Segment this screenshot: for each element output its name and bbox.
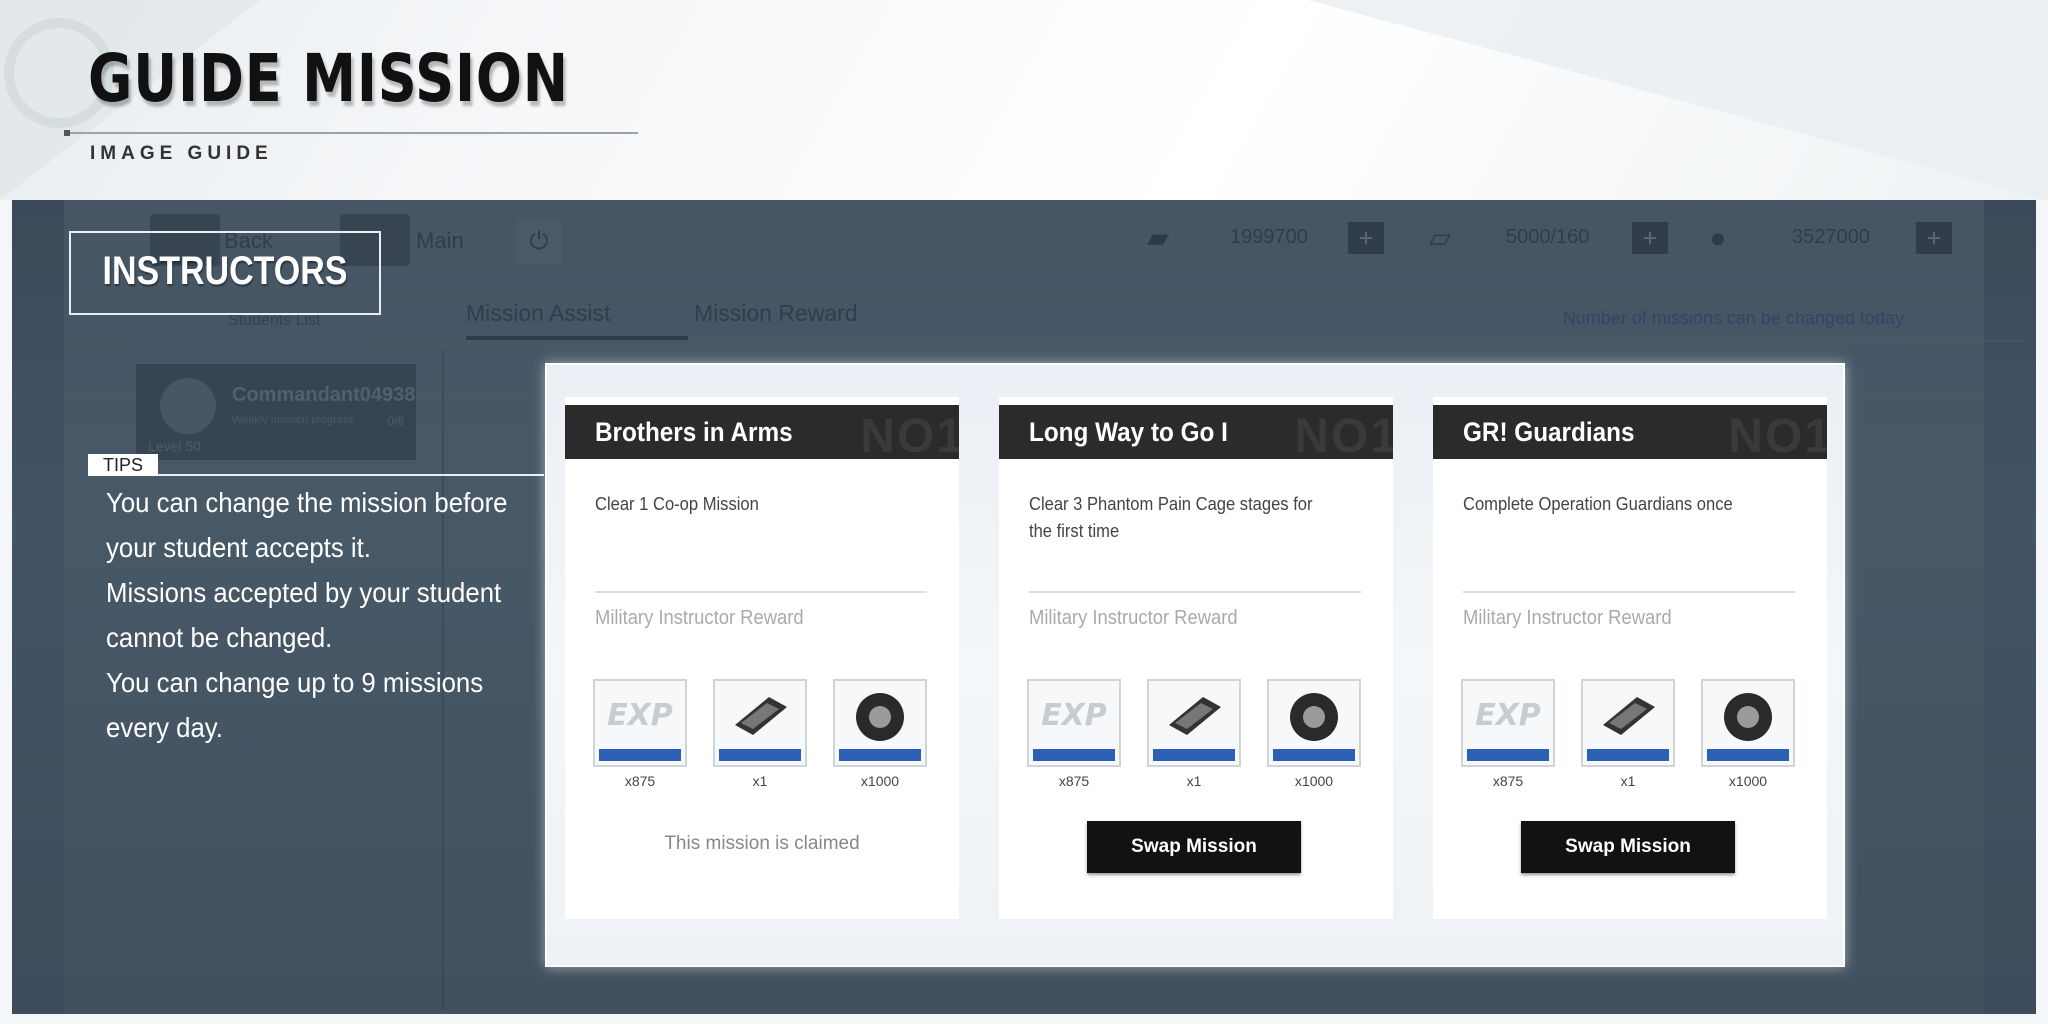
reward-label: Military Instructor Reward <box>1463 607 1672 629</box>
power-icon[interactable]: ⏻ <box>516 220 562 264</box>
tips-underline <box>158 474 544 476</box>
exp-supply-icon[interactable]: EXP <box>1461 679 1555 767</box>
reward-label: Military Instructor Reward <box>595 607 804 629</box>
exp-supply-icon[interactable]: EXP <box>593 679 687 767</box>
avatar <box>160 378 216 434</box>
svg-text:EXP: EXP <box>1041 698 1107 733</box>
mission-divider <box>595 591 927 593</box>
mission-divider <box>1029 591 1361 593</box>
mission-title: Brothers in Arms <box>595 417 793 447</box>
mission-card-header: Long Way to Go I NO1 <box>999 405 1393 459</box>
gear-supply-icon[interactable] <box>833 679 927 767</box>
student-level: Level 50 <box>148 438 201 454</box>
tab-mission-reward[interactable]: Mission Reward <box>694 300 858 327</box>
tip-line: Missions accepted by your student cannot… <box>106 577 502 653</box>
tip-line: You can change up to 9 missions every da… <box>106 667 484 743</box>
mission-description: Clear 1 Co-op Mission <box>595 494 759 514</box>
mission-title: Long Way to Go I <box>1029 417 1228 447</box>
mission-description: Complete Operation Guardians once <box>1463 494 1733 514</box>
gear-supply-icon[interactable] <box>1267 679 1361 767</box>
resource-ticket-value: 1999700 <box>1230 226 1308 248</box>
item-qty: x1000 <box>1728 773 1768 789</box>
mission-card-header: Brothers in Arms NO1 <box>565 405 959 459</box>
bg-shape-right <box>1308 0 2048 200</box>
mission-title: GR! Guardians <box>1463 417 1635 447</box>
mission-divider <box>1463 591 1795 593</box>
guide-title: GUIDE MISSION <box>88 40 569 117</box>
chip-supply-icon[interactable] <box>1147 679 1241 767</box>
add-stamina-button[interactable]: + <box>1632 222 1668 254</box>
mission-card: Brothers in Arms NO1 Clear 1 Co-op Missi… <box>565 397 959 919</box>
item-qty: x875 <box>1492 773 1524 789</box>
item-qty: x1 <box>1620 773 1636 789</box>
item-qty: x875 <box>624 773 656 789</box>
student-progress-label: Weekly mission progress <box>232 414 355 426</box>
stamina-icon: ▱ <box>1429 222 1451 253</box>
item-qty: x875 <box>1058 773 1090 789</box>
svg-text:EXP: EXP <box>1475 698 1541 733</box>
gear-supply-icon[interactable] <box>1701 679 1795 767</box>
tab-mission-assist[interactable]: Mission Assist <box>466 300 610 327</box>
mission-card-header: GR! Guardians NO1 <box>1433 405 1827 459</box>
student-progress-count: 0/8 <box>387 414 404 428</box>
guide-subtitle: IMAGE GUIDE <box>90 143 273 164</box>
exp-supply-icon[interactable]: EXP <box>1027 679 1121 767</box>
resource-coin-value: 3527000 <box>1792 226 1870 248</box>
item-qty: x1000 <box>860 773 900 789</box>
add-coin-button[interactable]: + <box>1916 222 1952 254</box>
reward-label: Military Instructor Reward <box>1029 607 1238 629</box>
add-ticket-button[interactable]: + <box>1348 222 1384 254</box>
swap-mission-button[interactable]: Swap Mission <box>1521 821 1735 873</box>
instructors-label: INSTRUCTORS <box>102 249 348 293</box>
item-qty: x1 <box>752 773 768 789</box>
guide-divider-dot <box>64 130 70 136</box>
mission-description: Clear 3 Phantom Pain Cage stages for the… <box>1029 494 1313 541</box>
item-qty: x1000 <box>1294 773 1334 789</box>
resource-stamina-value: 5000/160 <box>1506 226 1590 248</box>
chip-supply-icon[interactable] <box>1581 679 1675 767</box>
guide-divider <box>64 132 638 134</box>
student-card[interactable]: Commandant04938 Weekly mission progress … <box>136 364 416 460</box>
tips-text: You can change the mission before your s… <box>106 480 511 750</box>
mission-card: GR! Guardians NO1 Complete Operation Gua… <box>1433 397 1827 919</box>
missions-change-note: Number of missions can be changed today <box>1562 308 1904 328</box>
mission-badge: NO1 <box>860 410 959 459</box>
mission-card: Long Way to Go I NO1 Clear 3 Phantom Pai… <box>999 397 1393 919</box>
chip-supply-icon[interactable] <box>713 679 807 767</box>
coin-icon: ● <box>1709 222 1727 253</box>
swap-mission-button[interactable]: Swap Mission <box>1087 821 1301 873</box>
svg-text:EXP: EXP <box>607 698 673 733</box>
mission-status: This mission is claimed <box>664 833 860 854</box>
mission-badge: NO1 <box>1294 410 1393 459</box>
tabs-divider <box>464 340 2024 342</box>
main-label[interactable]: Main <box>416 228 464 254</box>
item-qty: x1 <box>1186 773 1202 789</box>
mission-badge: NO1 <box>1728 410 1827 459</box>
ticket-icon: ▰ <box>1147 222 1169 253</box>
missions-panel: Brothers in Arms NO1 Clear 1 Co-op Missi… <box>545 363 1845 967</box>
instructors-callout: INSTRUCTORS <box>69 231 381 315</box>
tip-line: You can change the mission before your s… <box>106 487 508 563</box>
tips-badge: TIPS <box>88 454 158 476</box>
student-name: Commandant04938 <box>232 384 416 406</box>
